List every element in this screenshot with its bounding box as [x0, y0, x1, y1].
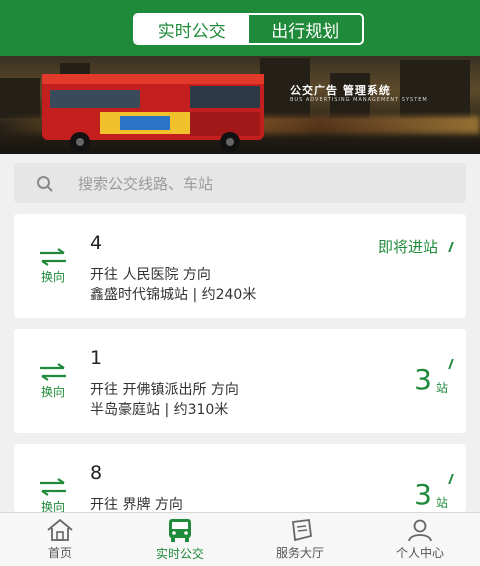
swap-direction-button[interactable]: 换向: [36, 478, 70, 515]
bus-card[interactable]: 换向 4 开往 人民医院 方向 鑫盛时代锦城站 | 约240米 即将进站: [14, 214, 466, 318]
route-number: 1: [90, 347, 103, 369]
route-number: 8: [90, 462, 103, 484]
bus-card[interactable]: 换向 8 开往 界牌 方向 3 站: [14, 444, 466, 515]
swap-icon: [40, 248, 66, 266]
tab-label: 实时公交: [155, 547, 204, 561]
swap-icon: [40, 363, 66, 381]
search-placeholder: 搜索公交线路、车站: [78, 175, 214, 193]
route-direction: 开往 开佛镇派出所 方向: [90, 382, 239, 398]
signal-icon: [442, 474, 454, 484]
tab-label: 首页: [47, 546, 72, 560]
stops-away-unit: 站: [435, 496, 448, 510]
ad-banner[interactable]: 公交广告 管理系统 BUS ADVERTISING MANAGEMENT SYS…: [0, 56, 480, 154]
home-icon: [47, 518, 73, 541]
route-number: 4: [90, 232, 103, 254]
arrival-status: 即将进站: [377, 238, 438, 256]
swap-direction-button[interactable]: 换向: [36, 363, 70, 400]
stops-away-count: 3: [414, 363, 432, 396]
stops-away-unit: 站: [435, 381, 448, 395]
stops-away-count: 3: [414, 478, 432, 511]
signal-icon: [442, 242, 454, 252]
banner-subtitle: BUS ADVERTISING MANAGEMENT SYSTEM: [290, 97, 428, 103]
tab-service-hall[interactable]: 服务大厅: [240, 513, 360, 566]
tab-label: 个人中心: [395, 546, 444, 560]
tab-realtime-bus[interactable]: 实时公交: [135, 15, 249, 43]
tab-realtime[interactable]: 实时公交: [120, 513, 240, 566]
swap-direction-button[interactable]: 换向: [36, 248, 70, 285]
swap-label: 换向: [40, 385, 65, 399]
bus-card[interactable]: 换向 1 开往 开佛镇派出所 方向 半岛豪庭站 | 约310米 3 站: [14, 329, 466, 433]
tab-home[interactable]: 首页: [0, 513, 120, 566]
tab-profile[interactable]: 个人中心: [360, 513, 480, 566]
route-direction: 开往 人民医院 方向: [90, 267, 211, 283]
tab-trip-planning[interactable]: 出行规划: [249, 15, 363, 43]
signal-icon: [442, 359, 454, 369]
stop-info: 半岛豪庭站 | 约310米: [90, 402, 229, 418]
search-icon: [36, 175, 54, 197]
user-icon: [408, 519, 432, 542]
ticket-icon: [292, 518, 312, 542]
search-bar[interactable]: 搜索公交线路、车站: [14, 163, 466, 203]
mode-switch: 实时公交 出行规划: [133, 13, 364, 45]
top-bar: 实时公交 出行规划: [0, 0, 480, 56]
swap-icon: [40, 478, 66, 496]
route-direction: 开往 界牌 方向: [90, 497, 183, 513]
stop-info: 鑫盛时代锦城站 | 约240米: [90, 287, 257, 303]
bottom-tab-bar: 首页 实时公交 服务大厅 个人中心: [0, 512, 480, 566]
banner-title: 公交广告 管理系统: [290, 84, 391, 97]
swap-label: 换向: [40, 270, 65, 284]
bus-icon: [169, 519, 191, 542]
bus-illustration: [42, 74, 264, 152]
tab-label: 服务大厅: [275, 546, 324, 560]
